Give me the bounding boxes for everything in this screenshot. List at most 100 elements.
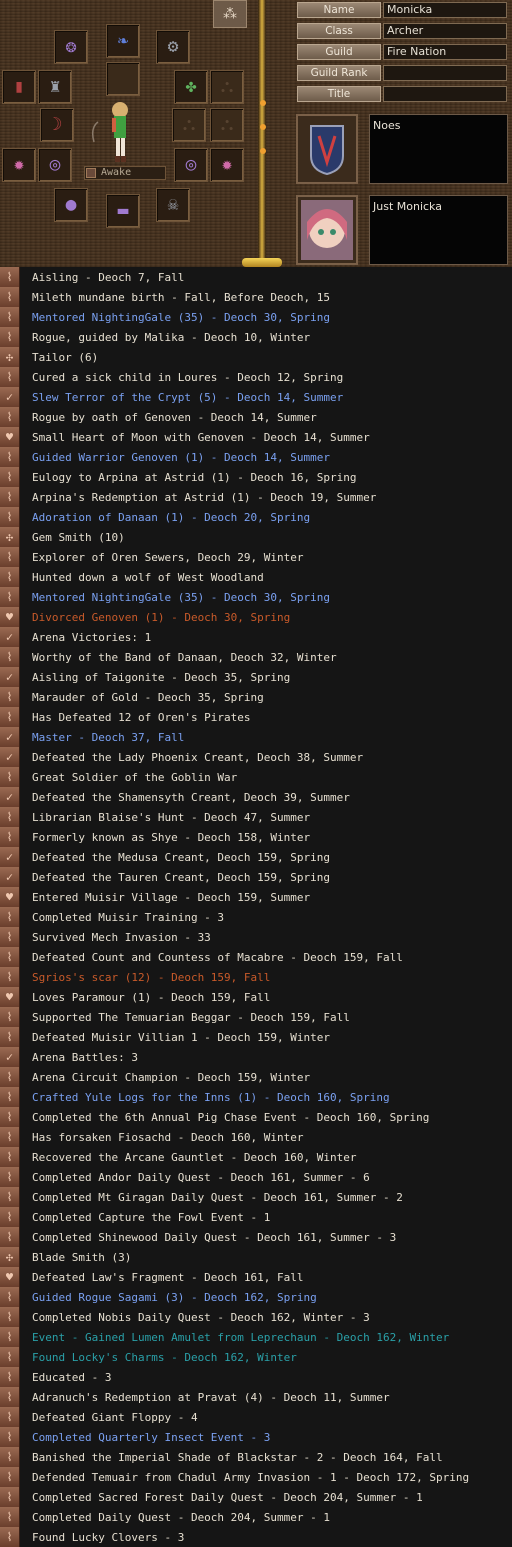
legend-text: Has Defeated 12 of Oren's Pirates — [32, 710, 251, 724]
jewel-icon: ✹ — [13, 154, 25, 175]
legend-row: ⌇ Completed Quarterly Insect Event - 3 — [0, 1427, 512, 1447]
name-label: Name — [297, 2, 381, 18]
legend-text: Aisling - Deoch 7, Fall — [32, 270, 185, 284]
scroll-icon: ⌇ — [0, 407, 20, 427]
left-earring-slot[interactable]: ✹ — [2, 148, 36, 182]
legend-row: ⌇ Explorer of Oren Sewers, Deoch 29, Wint… — [0, 547, 512, 567]
scroll-icon: ⌇ — [0, 547, 20, 567]
profile-window: ❂ ❧ ⚙ ▮ ♜ ✤ ⛬ ☽ ⛬ ⛬ ✹ ◎ ◎ ✹ ● ▬ ☠ Awake … — [0, 0, 512, 1547]
scroll-icon: ⌇ — [0, 1167, 20, 1187]
amulet-slot[interactable]: ☠ — [156, 188, 190, 222]
emote-button[interactable]: ⁂ — [213, 0, 247, 28]
legend-row: ♥ Loves Paramour (1) - Deoch 159, Fall — [0, 987, 512, 1007]
legend-text: Formerly known as Shye - Deoch 158, Wint… — [32, 830, 311, 844]
legend-text: Guided Warrior Genoven (1) - Deoch 14, S… — [32, 450, 331, 464]
chain-slot[interactable]: ⚙ — [156, 30, 190, 64]
legend-row: ⌇ Librarian Blaise's Hunt - Deoch 47, Sum… — [0, 807, 512, 827]
guild-label: Guild — [297, 44, 381, 60]
legend-text: Hunted down a wolf of West Woodland — [32, 570, 264, 584]
status-icon — [86, 168, 96, 178]
legend-text: Found Lucky Clovers - 3 — [32, 1530, 185, 1544]
scroll-icon: ⌇ — [0, 1327, 20, 1347]
jewel-icon: ✹ — [221, 154, 233, 175]
legend-row: ✓ Slew Terror of the Crypt (5) - Deoch 14… — [0, 387, 512, 407]
legend-text: Guided Rogue Sagami (3) - Deoch 162, Spr… — [32, 1290, 317, 1304]
legend-text: Completed the 6th Annual Pig Chase Event… — [32, 1110, 430, 1124]
legend-text: Tailor (6) — [32, 350, 99, 364]
right-ring-slot[interactable]: ◎ — [174, 148, 208, 182]
legend-row: ⌇ Recovered the Arcane Gauntlet - Deoch 1… — [0, 1147, 512, 1167]
legend-text: Supported The Temuarian Beggar - Deoch 1… — [32, 1010, 350, 1024]
legend-row: ⌇ Cured a sick child in Loures - Deoch 12… — [0, 367, 512, 387]
skull-icon: ☠ — [167, 194, 179, 215]
legend-row: ✣ Gem Smith (10) — [0, 527, 512, 547]
right-earring-slot[interactable]: ✹ — [210, 148, 244, 182]
helmet-slot[interactable] — [106, 62, 140, 96]
beads-icon: ❂ — [65, 36, 77, 57]
ring-icon: ◎ — [185, 154, 197, 175]
scroll-icon: ⌇ — [0, 447, 20, 467]
legend-text: Crafted Yule Logs for the Inns (1) - Deo… — [32, 1090, 390, 1104]
legend-row: ✓ Defeated the Shamensyth Creant, Deoch 3… — [0, 787, 512, 807]
gem-slot[interactable]: ✤ — [174, 70, 208, 104]
legend-text: Completed Capture the Fowl Event - 1 — [32, 1210, 271, 1224]
scroll-icon: ⌇ — [0, 767, 20, 787]
legend-text: Mentored NightingGale (35) - Deoch 30, S… — [32, 590, 331, 604]
legend-row: ⌇ Completed Capture the Fowl Event - 1 — [0, 1207, 512, 1227]
necklace-slot[interactable]: ❂ — [54, 30, 88, 64]
bow-slot[interactable]: ☽ — [40, 108, 74, 142]
legend-row: ⌇ Crafted Yule Logs for the Inns (1) - De… — [0, 1087, 512, 1107]
bird-icon: ❧ — [117, 30, 129, 51]
scroll-icon: ⌇ — [0, 267, 20, 287]
scroll-icon: ⌇ — [0, 807, 20, 827]
legend-row: ⌇ Has forsaken Fiosachd - Deoch 160, Wint… — [0, 1127, 512, 1147]
legend-row: ⌇ Guided Warrior Genoven (1) - Deoch 14, … — [0, 447, 512, 467]
check-icon: ✓ — [0, 1047, 20, 1067]
check-icon: ✓ — [0, 747, 20, 767]
legend-text: Defeated Giant Floppy - 4 — [32, 1410, 198, 1424]
belt-slot[interactable]: ● — [54, 188, 88, 222]
boots-slot[interactable]: ⛬ — [210, 108, 244, 142]
nation-emblem[interactable] — [296, 114, 358, 184]
heart-icon: ♥ — [0, 987, 20, 1007]
scroll-icon: ⌇ — [0, 1227, 20, 1247]
check-icon: ✓ — [0, 667, 20, 687]
class-field: Archer — [383, 23, 507, 39]
emblem-text-box[interactable]: Noes — [369, 114, 508, 184]
legend-row: ⌇ Has Defeated 12 of Oren's Pirates — [0, 707, 512, 727]
accessory-slot[interactable]: ⛬ — [210, 70, 244, 104]
scroll-pattern-icon: ⛬ — [220, 76, 234, 97]
heart-icon: ♥ — [0, 1267, 20, 1287]
portrait-frame[interactable] — [296, 195, 358, 265]
gauntlet-slot[interactable]: ▬ — [106, 194, 140, 228]
legend-text: Marauder of Gold - Deoch 35, Spring — [32, 690, 264, 704]
legend-row: ⌇ Event - Gained Lumen Amulet from Leprec… — [0, 1327, 512, 1347]
check-icon: ✓ — [0, 627, 20, 647]
scroll-icon: ⌇ — [0, 1287, 20, 1307]
portrait-text-box[interactable]: Just Monicka — [369, 195, 508, 265]
legend-text: Arena Circuit Champion - Deoch 159, Wint… — [32, 1070, 311, 1084]
left-ring-slot[interactable]: ◎ — [38, 148, 72, 182]
hammer-icon: ✣ — [0, 347, 20, 367]
legend-text: Arena Victories: 1 — [32, 630, 152, 644]
legend-row: ⌇ Defended Temuair from Chadul Army Invas… — [0, 1467, 512, 1487]
overcoat-slot[interactable]: ⛬ — [172, 108, 206, 142]
scroll-icon: ⌇ — [0, 327, 20, 347]
scroll-icon: ⌇ — [0, 1367, 20, 1387]
hammer-icon: ✣ — [0, 527, 20, 547]
legend-row: ⌇ Completed Sacred Forest Daily Quest - D… — [0, 1487, 512, 1507]
weapon-top-slot[interactable]: ❧ — [106, 24, 140, 58]
scroll-icon: ⌇ — [0, 1147, 20, 1167]
legend-row: ⌇ Defeated Giant Floppy - 4 — [0, 1407, 512, 1427]
charm-slot[interactable]: ▮ — [2, 70, 36, 104]
scroll-icon: ⌇ — [0, 827, 20, 847]
legend-text: Divorced Genoven (1) - Deoch 30, Spring — [32, 610, 291, 624]
gem-icon: ✤ — [185, 76, 197, 97]
legend-row: ♥ Entered Muisir Village - Deoch 159, Sum… — [0, 887, 512, 907]
heart-icon: ♥ — [0, 607, 20, 627]
legend-row: ⌇ Defeated Count and Countess of Macabre … — [0, 947, 512, 967]
scroll-icon: ⌇ — [0, 487, 20, 507]
scroll-icon: ⌇ — [0, 367, 20, 387]
armor-slot[interactable]: ♜ — [38, 70, 72, 104]
legend-text: Completed Shinewood Daily Quest - Deoch … — [32, 1230, 397, 1244]
